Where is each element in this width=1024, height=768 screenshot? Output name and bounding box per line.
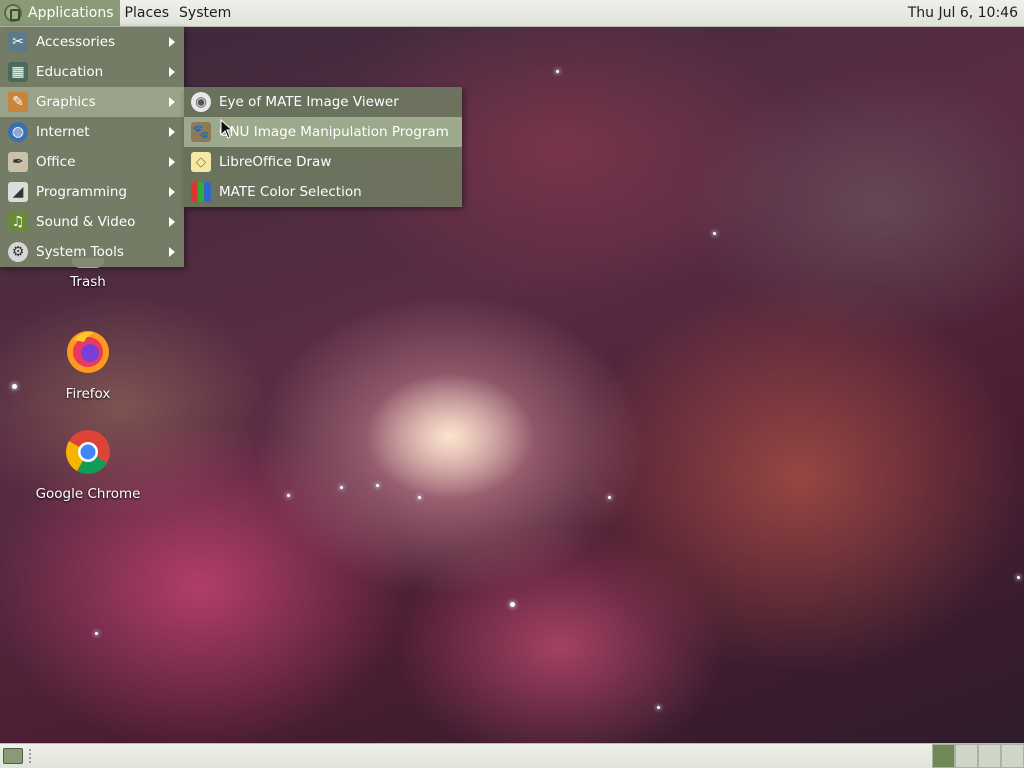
graphics-submenu: ◉ Eye of MATE Image Viewer 🐾 GNU Image M… bbox=[184, 87, 462, 207]
workspace-4[interactable] bbox=[1001, 744, 1024, 768]
menu-item-label: Office bbox=[36, 154, 76, 170]
menu-item-system-tools[interactable]: ⚙ System Tools bbox=[0, 237, 184, 267]
sound-video-icon: ♫ bbox=[8, 212, 28, 232]
mate-logo-icon bbox=[4, 4, 22, 22]
star bbox=[340, 486, 343, 489]
mouse-cursor-icon bbox=[220, 119, 234, 139]
star bbox=[95, 632, 98, 635]
graphics-icon: ✎ bbox=[8, 92, 28, 112]
color-selection-icon bbox=[191, 182, 211, 202]
submenu-arrow-icon bbox=[169, 127, 175, 137]
workspace-3[interactable] bbox=[978, 744, 1001, 768]
menu-item-label: Programming bbox=[36, 184, 127, 200]
bottom-panel bbox=[0, 743, 1024, 768]
submenu-item-libreoffice-draw[interactable]: ◇ LibreOffice Draw bbox=[184, 147, 462, 177]
menu-item-label: Graphics bbox=[36, 94, 96, 110]
programming-icon: ◢ bbox=[8, 182, 28, 202]
applications-menu: ✂ Accessories ▦ Education ✎ Graphics ◍ I… bbox=[0, 27, 184, 267]
eye-of-mate-icon: ◉ bbox=[191, 92, 211, 112]
menu-item-sound-video[interactable]: ♫ Sound & Video bbox=[0, 207, 184, 237]
menu-item-accessories[interactable]: ✂ Accessories bbox=[0, 27, 184, 57]
star bbox=[287, 494, 290, 497]
system-menu-button[interactable]: System bbox=[174, 5, 236, 21]
submenu-arrow-icon bbox=[169, 157, 175, 167]
libreoffice-draw-icon: ◇ bbox=[191, 152, 211, 172]
menu-item-internet[interactable]: ◍ Internet bbox=[0, 117, 184, 147]
menu-item-label: Internet bbox=[36, 124, 90, 140]
menu-item-graphics[interactable]: ✎ Graphics bbox=[0, 87, 184, 117]
submenu-arrow-icon bbox=[169, 37, 175, 47]
submenu-arrow-icon bbox=[169, 187, 175, 197]
show-desktop-icon[interactable] bbox=[3, 748, 23, 764]
desktop-icon-firefox[interactable]: Firefox bbox=[28, 328, 148, 402]
menu-item-label: Accessories bbox=[36, 34, 116, 50]
workspace-1[interactable] bbox=[932, 744, 955, 768]
internet-icon: ◍ bbox=[8, 122, 28, 142]
submenu-arrow-icon bbox=[169, 217, 175, 227]
top-panel: Applications Places System Thu Jul 6, 10… bbox=[0, 0, 1024, 27]
chrome-icon bbox=[66, 430, 110, 474]
star bbox=[1017, 576, 1020, 579]
applications-label: Applications bbox=[28, 5, 114, 21]
workspace-switcher bbox=[932, 744, 1024, 768]
star bbox=[510, 602, 515, 607]
submenu-item-eye-of-mate[interactable]: ◉ Eye of MATE Image Viewer bbox=[184, 87, 462, 117]
submenu-item-label: MATE Color Selection bbox=[219, 184, 362, 200]
accessories-icon: ✂ bbox=[8, 32, 28, 52]
submenu-arrow-icon bbox=[169, 247, 175, 257]
desktop-icon-label: Firefox bbox=[65, 386, 111, 402]
submenu-item-label: GNU Image Manipulation Program bbox=[219, 124, 449, 140]
firefox-icon bbox=[67, 331, 109, 373]
menu-item-label: System Tools bbox=[36, 244, 124, 260]
menu-item-office[interactable]: ✒ Office bbox=[0, 147, 184, 177]
applications-menu-button[interactable]: Applications bbox=[0, 0, 120, 26]
office-icon: ✒ bbox=[8, 152, 28, 172]
star bbox=[12, 384, 17, 389]
star bbox=[418, 496, 421, 499]
submenu-arrow-icon bbox=[169, 97, 175, 107]
desktop-icon-chrome[interactable]: Google Chrome bbox=[28, 428, 148, 502]
workspace-2[interactable] bbox=[955, 744, 978, 768]
menu-item-programming[interactable]: ◢ Programming bbox=[0, 177, 184, 207]
submenu-item-label: Eye of MATE Image Viewer bbox=[219, 94, 399, 110]
gimp-icon: 🐾 bbox=[191, 122, 211, 142]
star bbox=[376, 484, 379, 487]
menu-item-education[interactable]: ▦ Education bbox=[0, 57, 184, 87]
menu-item-label: Sound & Video bbox=[36, 214, 136, 230]
submenu-arrow-icon bbox=[169, 67, 175, 77]
star bbox=[556, 70, 559, 73]
clock[interactable]: Thu Jul 6, 10:46 bbox=[908, 5, 1024, 21]
submenu-item-label: LibreOffice Draw bbox=[219, 154, 332, 170]
star bbox=[608, 496, 611, 499]
panel-grip-handle[interactable] bbox=[29, 749, 35, 763]
education-icon: ▦ bbox=[8, 62, 28, 82]
desktop-icon-label: Trash bbox=[70, 274, 106, 290]
places-menu-button[interactable]: Places bbox=[120, 5, 175, 21]
system-tools-icon: ⚙ bbox=[8, 242, 28, 262]
star bbox=[657, 706, 660, 709]
desktop-icon-label: Google Chrome bbox=[35, 486, 141, 502]
menu-item-label: Education bbox=[36, 64, 104, 80]
submenu-item-color-selection[interactable]: MATE Color Selection bbox=[184, 177, 462, 207]
star bbox=[713, 232, 716, 235]
